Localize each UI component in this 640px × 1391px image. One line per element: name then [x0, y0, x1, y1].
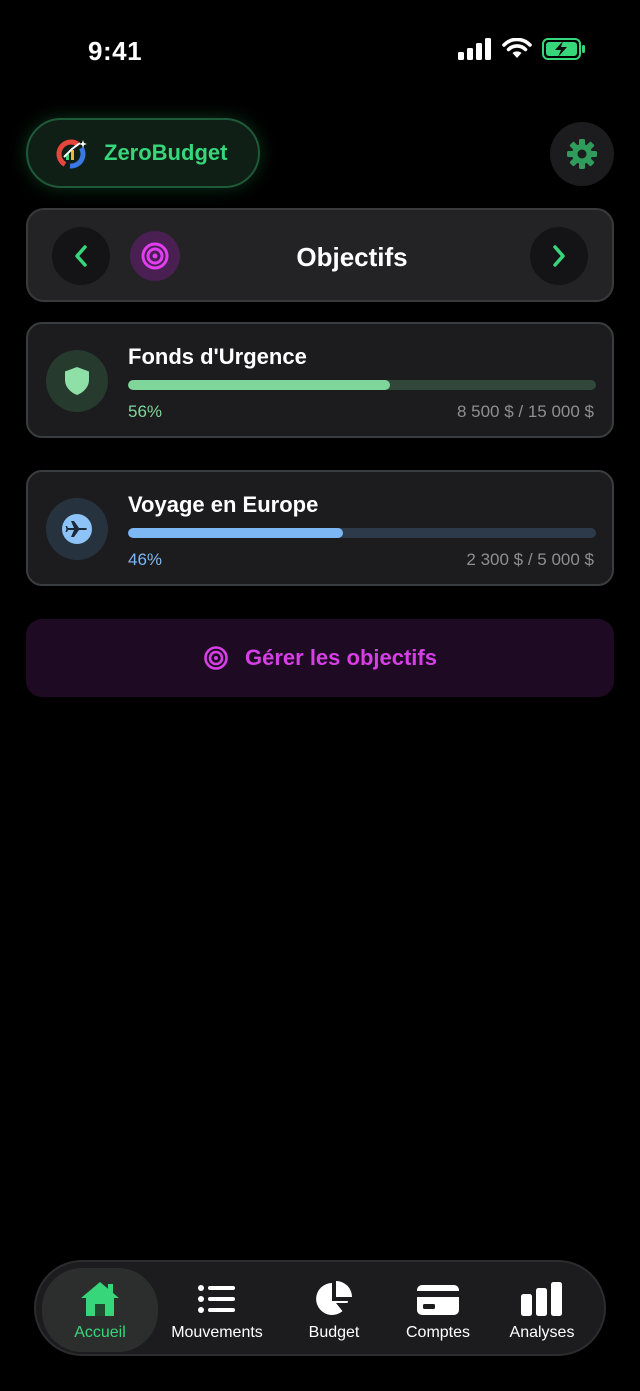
list-icon — [198, 1285, 235, 1313]
status-bar: 9:41 — [0, 0, 640, 100]
section-navigator: Objectifs — [26, 208, 614, 302]
gear-icon — [567, 139, 597, 169]
manage-goals-label: Gérer les objectifs — [245, 645, 437, 670]
chevron-left-icon — [75, 245, 87, 267]
tab-bar: Accueil Mouvements Budget Comptes Analys… — [34, 1260, 606, 1356]
tab-comptes[interactable]: Comptes — [388, 1268, 488, 1352]
goal-amount: 2 300 $ / 5 000 $ — [466, 550, 594, 569]
goal-progress-fill — [128, 528, 344, 538]
tab-accueil[interactable]: Accueil — [42, 1268, 158, 1352]
airplane-icon — [62, 514, 92, 544]
tab-budget[interactable]: Budget — [282, 1268, 386, 1352]
goal-icon-badge — [46, 498, 108, 560]
goal-card[interactable]: Fonds d'Urgence 56% 8 500 $ / 15 000 $ — [26, 322, 614, 438]
bar-chart-icon — [521, 1282, 562, 1316]
target-icon — [141, 242, 169, 270]
next-section-button[interactable] — [530, 227, 588, 285]
wifi-icon — [502, 38, 532, 58]
goal-progress-fill — [128, 380, 391, 390]
previous-section-button[interactable] — [52, 227, 110, 285]
status-icons — [458, 38, 586, 60]
target-icon-badge — [130, 231, 180, 281]
settings-button[interactable] — [550, 122, 614, 186]
goal-percent: 46% — [128, 550, 163, 569]
tab-label: Comptes — [405, 1324, 471, 1341]
target-icon — [204, 646, 228, 670]
goal-amount: 8 500 $ / 15 000 $ — [456, 402, 594, 421]
goal-name: Fonds d'Urgence — [128, 344, 307, 369]
goal-icon-badge — [46, 350, 108, 412]
zerobudget-logo — [56, 139, 87, 169]
signal-icon — [458, 38, 491, 60]
goal-progress-track — [128, 380, 596, 390]
goal-card[interactable]: Voyage en Europe 46% 2 300 $ / 5 000 $ — [26, 470, 614, 586]
chevron-right-icon — [553, 245, 565, 267]
pie-chart-icon — [316, 1281, 352, 1315]
tab-mouvements[interactable]: Mouvements — [162, 1268, 272, 1352]
tab-label: Accueil — [74, 1324, 126, 1341]
brand-pill[interactable]: ZeroBudget — [26, 118, 260, 188]
section-title: Objectifs — [296, 242, 408, 272]
app-name: ZeroBudget — [104, 140, 228, 165]
status-time: 9:41 — [88, 36, 143, 66]
home-icon — [81, 1282, 119, 1316]
goal-progress-track — [128, 528, 596, 538]
goal-name: Voyage en Europe — [128, 492, 319, 517]
battery-charging-icon — [542, 38, 585, 60]
tab-label: Mouvements — [171, 1324, 263, 1341]
app-screen: 9:41 ZeroBudget Objectifs Fonds d'Urgenc… — [0, 0, 640, 1391]
manage-goals-button[interactable]: Gérer les objectifs — [26, 619, 614, 697]
goal-percent: 56% — [128, 402, 163, 421]
tab-analyses[interactable]: Analyses — [494, 1268, 590, 1352]
tab-label: Analyses — [509, 1324, 575, 1341]
tab-label: Budget — [308, 1324, 360, 1341]
shield-icon — [65, 367, 89, 395]
credit-card-icon — [417, 1285, 459, 1315]
